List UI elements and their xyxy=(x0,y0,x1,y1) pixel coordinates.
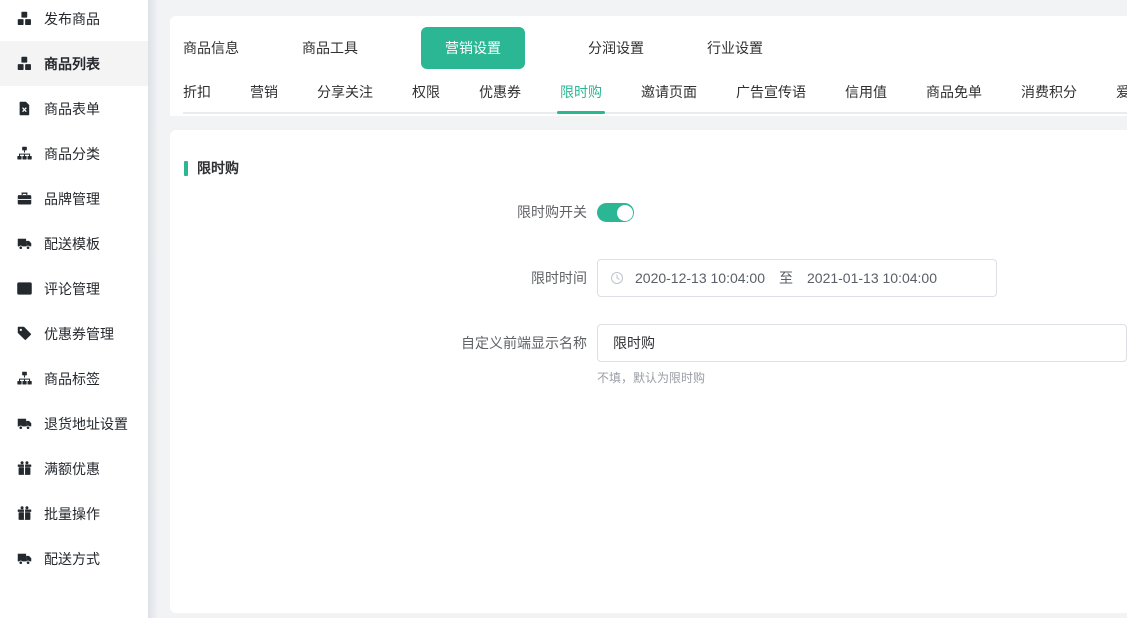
sidebar-item-9[interactable]: 退货地址设置 xyxy=(0,401,148,446)
sidebar-item-label: 品牌管理 xyxy=(44,189,100,209)
sidebar-item-label: 商品表单 xyxy=(44,99,100,119)
gift-icon xyxy=(17,461,32,476)
sidebar-item-label: 商品列表 xyxy=(44,54,100,74)
custom-name-label: 自定义前端显示名称 xyxy=(170,324,597,362)
sidebar-item-8[interactable]: 商品标签 xyxy=(0,356,148,401)
sidebar-item-0[interactable]: 发布商品 xyxy=(0,0,148,41)
time-range-picker[interactable]: 2020-12-13 10:04:00 至 2021-01-13 10:04:0… xyxy=(597,259,997,297)
sidebar-item-5[interactable]: 配送模板 xyxy=(0,221,148,266)
tab-primary-0[interactable]: 商品信息 xyxy=(183,38,239,58)
truck-icon xyxy=(17,551,32,566)
sidebar-item-11[interactable]: 批量操作 xyxy=(0,491,148,536)
secondary-tabs: 折扣营销分享关注权限优惠券限时购邀请页面广告宣传语信用值商品免单消费积分爱 xyxy=(170,74,1127,114)
columns-icon xyxy=(17,281,32,296)
tab-secondary-9[interactable]: 商品免单 xyxy=(926,74,982,114)
tab-secondary-2[interactable]: 分享关注 xyxy=(317,74,373,114)
sidebar-nav: 发布商品商品列表商品表单商品分类品牌管理配送模板评论管理优惠券管理商品标签退货地… xyxy=(0,0,148,581)
switch-row: 限时购开关 xyxy=(170,202,1127,222)
sidebar-item-label: 商品分类 xyxy=(44,144,100,164)
sidebar-item-12[interactable]: 配送方式 xyxy=(0,536,148,581)
truck-icon xyxy=(17,236,32,251)
sitemap-icon xyxy=(17,146,32,161)
sidebar-item-label: 优惠券管理 xyxy=(44,324,114,344)
tab-secondary-0[interactable]: 折扣 xyxy=(183,74,211,114)
sidebar: 发布商品商品列表商品表单商品分类品牌管理配送模板评论管理优惠券管理商品标签退货地… xyxy=(0,0,148,618)
sidebar-item-10[interactable]: 满额优惠 xyxy=(0,446,148,491)
tab-secondary-10[interactable]: 消费积分 xyxy=(1021,74,1077,114)
time-end-value: 2021-01-13 10:04:00 xyxy=(807,270,937,286)
sidebar-item-label: 发布商品 xyxy=(44,9,100,29)
tab-secondary-6[interactable]: 邀请页面 xyxy=(641,74,697,114)
custom-name-input[interactable] xyxy=(597,324,1127,362)
sidebar-item-label: 配送模板 xyxy=(44,234,100,254)
time-separator: 至 xyxy=(779,268,793,288)
tab-secondary-8[interactable]: 信用值 xyxy=(845,74,887,114)
switch-label: 限时购开关 xyxy=(170,202,597,222)
sidebar-item-7[interactable]: 优惠券管理 xyxy=(0,311,148,356)
sidebar-item-label: 商品标签 xyxy=(44,369,100,389)
cubes-icon xyxy=(17,56,32,71)
file-excel-icon xyxy=(17,101,32,116)
tab-primary-1[interactable]: 商品工具 xyxy=(302,38,358,58)
cubes-icon xyxy=(17,11,32,26)
sidebar-item-label: 退货地址设置 xyxy=(44,414,128,434)
time-label: 限时时间 xyxy=(170,259,597,297)
time-row: 限时时间 2020-12-13 10:04:00 至 2021-01-13 10… xyxy=(170,259,1127,297)
primary-tabs: 商品信息 商品工具 营销设置 分润设置 行业设置 xyxy=(170,16,1127,72)
truck-icon xyxy=(17,416,32,431)
tab-secondary-7[interactable]: 广告宣传语 xyxy=(736,74,806,114)
tab-secondary-5[interactable]: 限时购 xyxy=(560,74,602,114)
sidebar-item-label: 评论管理 xyxy=(44,279,100,299)
sidebar-scrollbar[interactable] xyxy=(148,0,158,618)
gift-icon xyxy=(17,506,32,521)
custom-name-hint: 不填，默认为限时购 xyxy=(597,369,1127,386)
flash-sale-toggle[interactable] xyxy=(597,203,634,222)
sidebar-item-2[interactable]: 商品表单 xyxy=(0,86,148,131)
section-accent-bar xyxy=(184,161,188,176)
section-header: 限时购 xyxy=(170,130,1127,178)
tag-icon xyxy=(17,326,32,341)
custom-name-row: 自定义前端显示名称 不填，默认为限时购 xyxy=(170,324,1127,386)
tab-secondary-3[interactable]: 权限 xyxy=(412,74,440,114)
clock-icon xyxy=(610,271,624,285)
sitemap-icon xyxy=(17,371,32,386)
sidebar-item-4[interactable]: 品牌管理 xyxy=(0,176,148,221)
tab-secondary-11[interactable]: 爱 xyxy=(1116,74,1127,114)
tab-secondary-1[interactable]: 营销 xyxy=(250,74,278,114)
sidebar-item-6[interactable]: 评论管理 xyxy=(0,266,148,311)
sidebar-item-3[interactable]: 商品分类 xyxy=(0,131,148,176)
toggle-knob xyxy=(617,205,633,221)
tabs-card: 商品信息 商品工具 营销设置 分润设置 行业设置 折扣营销分享关注权限优惠券限时购邀请页… xyxy=(170,16,1127,116)
tab-primary-4[interactable]: 行业设置 xyxy=(707,38,763,58)
briefcase-icon xyxy=(17,191,32,206)
content-card: 限时购 限时购开关 限时时间 2020-12-13 10:04:00 至 202… xyxy=(170,130,1127,613)
tab-primary-3[interactable]: 分润设置 xyxy=(588,38,644,58)
sidebar-item-label: 满额优惠 xyxy=(44,459,100,479)
tab-secondary-4[interactable]: 优惠券 xyxy=(479,74,521,114)
tab-primary-2[interactable]: 营销设置 xyxy=(421,27,525,69)
sidebar-item-label: 配送方式 xyxy=(44,549,100,569)
sidebar-item-label: 批量操作 xyxy=(44,504,100,524)
section-title: 限时购 xyxy=(197,158,239,178)
time-start-value: 2020-12-13 10:04:00 xyxy=(635,270,765,286)
sidebar-item-1[interactable]: 商品列表 xyxy=(0,41,148,86)
